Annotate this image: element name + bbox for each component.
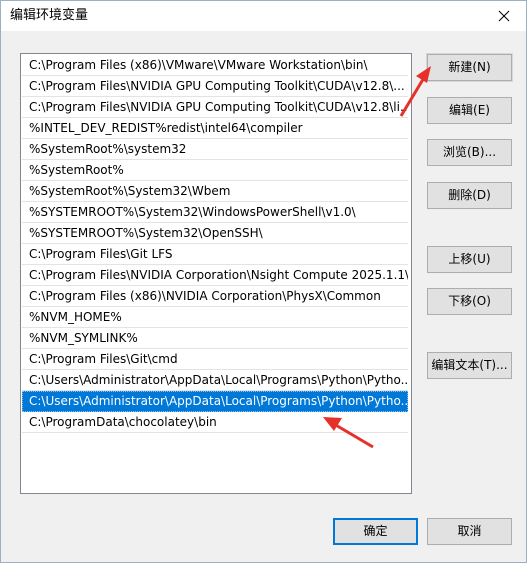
list-item[interactable]: C:\Users\Administrator\AppData\Local\Pro… [22,370,408,391]
list-item[interactable]: C:\Program Files\NVIDIA GPU Computing To… [22,97,408,118]
list-item[interactable]: C:\Program Files (x86)\NVIDIA Corporatio… [22,286,408,307]
list-item-selected[interactable]: C:\Users\Administrator\AppData\Local\Pro… [22,391,408,412]
list-item[interactable]: %SYSTEMROOT%\System32\OpenSSH\ [22,223,408,244]
list-item[interactable]: C:\Program Files (x86)\VMware\VMware Wor… [22,55,408,76]
move-down-button[interactable]: 下移(O) [427,288,512,315]
list-item[interactable]: %NVM_HOME% [22,307,408,328]
list-item[interactable]: %INTEL_DEV_REDIST%redist\intel64\compile… [22,118,408,139]
list-item[interactable]: C:\Program Files\NVIDIA GPU Computing To… [22,76,408,97]
ok-button[interactable]: 确定 [333,518,418,545]
edit-button[interactable]: 编辑(E) [427,97,512,124]
path-list[interactable]: C:\Program Files (x86)\VMware\VMware Wor… [20,53,412,494]
list-item[interactable]: C:\Program Files\Git LFS [22,244,408,265]
move-up-button[interactable]: 上移(U) [427,246,512,273]
delete-button[interactable]: 删除(D) [427,182,512,209]
window-title: 编辑环境变量 [10,8,89,23]
list-item[interactable]: %SystemRoot% [22,160,408,181]
list-item[interactable]: %SystemRoot%\System32\Wbem [22,181,408,202]
cancel-button[interactable]: 取消 [427,518,512,545]
list-item[interactable]: C:\ProgramData\chocolatey\bin [22,412,408,433]
list-item[interactable]: %NVM_SYMLINK% [22,328,408,349]
list-item[interactable]: %SYSTEMROOT%\System32\WindowsPowerShell\… [22,202,408,223]
browse-button[interactable]: 浏览(B)... [427,139,512,166]
title-bar: 编辑环境变量 [1,1,526,31]
list-item[interactable]: C:\Program Files\NVIDIA Corporation\Nsig… [22,265,408,286]
list-item[interactable]: C:\Program Files\Git\cmd [22,349,408,370]
edit-text-button[interactable]: 编辑文本(T)... [427,352,512,379]
new-button[interactable]: 新建(N) [426,53,513,82]
close-button[interactable] [482,1,526,31]
edit-environment-variable-dialog: 编辑环境变量 C:\Program Files (x86)\VMware\VMw… [0,0,527,563]
list-item[interactable]: %SystemRoot%\system32 [22,139,408,160]
close-icon [498,10,510,22]
